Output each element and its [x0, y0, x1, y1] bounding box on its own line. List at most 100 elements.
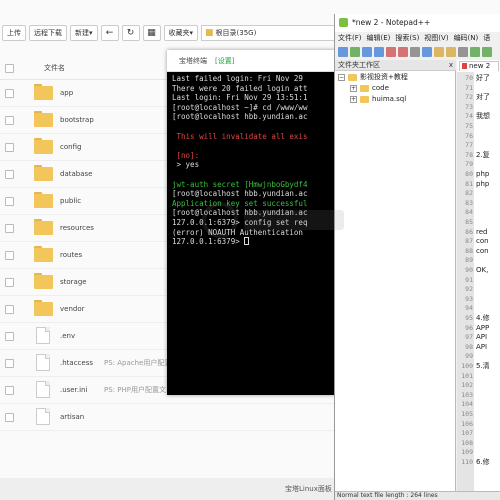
code-line[interactable] [476, 218, 500, 228]
file-name[interactable]: app [60, 89, 73, 97]
code-line[interactable]: 5.清 [476, 362, 500, 372]
save-icon[interactable] [362, 47, 372, 57]
row-checkbox[interactable] [5, 305, 14, 314]
code-line[interactable] [476, 400, 500, 410]
file-name[interactable]: vendor [60, 305, 85, 313]
row-checkbox[interactable] [5, 170, 14, 179]
print-icon[interactable] [410, 47, 420, 57]
collapse-icon[interactable]: − [338, 74, 345, 81]
code-line[interactable]: API [476, 343, 500, 353]
favorites-button[interactable]: 收藏夹 ▾ [163, 25, 199, 41]
code-line[interactable] [476, 84, 500, 94]
code-line[interactable]: 6.修 [476, 458, 500, 468]
open-file-icon[interactable] [350, 47, 360, 57]
tab-new-2[interactable]: new 2 [459, 61, 499, 71]
code-line[interactable] [476, 448, 500, 458]
tree-node[interactable]: + huima.sql [335, 94, 456, 105]
code-line[interactable] [476, 352, 500, 362]
code-line[interactable]: 好了 [476, 74, 500, 84]
code-line[interactable] [476, 285, 500, 295]
refresh-icon[interactable]: ↻ [121, 25, 140, 41]
expand-icon[interactable]: + [350, 96, 357, 103]
file-name[interactable]: config [60, 143, 81, 151]
close-all-icon[interactable] [398, 47, 408, 57]
code-line[interactable]: php [476, 180, 500, 190]
expand-icon[interactable]: + [350, 85, 357, 92]
file-name[interactable]: public [60, 197, 81, 205]
file-name[interactable]: routes [60, 251, 82, 259]
remote-download-button[interactable]: 远程下载 [29, 25, 67, 41]
code-line[interactable] [476, 276, 500, 286]
file-name[interactable]: artisan [60, 413, 84, 421]
code-line[interactable]: 4.修 [476, 314, 500, 324]
row-checkbox[interactable] [5, 278, 14, 287]
file-name[interactable]: .htaccess [60, 359, 93, 367]
select-all-checkbox[interactable] [5, 64, 14, 73]
file-name[interactable]: database [60, 170, 92, 178]
close-icon[interactable]: x [449, 60, 453, 71]
tree-node[interactable]: + code [335, 83, 456, 94]
code-line[interactable]: 对了 [476, 93, 500, 103]
code-line[interactable] [476, 429, 500, 439]
code-line[interactable] [476, 199, 500, 209]
file-name[interactable]: .env [60, 332, 75, 340]
new-file-icon[interactable] [338, 47, 348, 57]
menu-item[interactable]: 编辑(E) [367, 32, 391, 45]
code-line[interactable]: OK, [476, 266, 500, 276]
undo-icon[interactable] [458, 47, 468, 57]
row-checkbox[interactable] [5, 116, 14, 125]
code-line[interactable] [476, 189, 500, 199]
menu-item[interactable]: 语 [483, 32, 490, 45]
code-line[interactable] [476, 304, 500, 314]
row-checkbox[interactable] [5, 413, 14, 422]
cut-icon[interactable] [422, 47, 432, 57]
file-name[interactable]: storage [60, 278, 87, 286]
column-header-filename[interactable]: 文件名 [44, 63, 65, 73]
code-line[interactable]: con [476, 237, 500, 247]
menu-item[interactable]: 编码(N) [454, 32, 479, 45]
code-line[interactable] [476, 256, 500, 266]
row-checkbox[interactable] [5, 386, 14, 395]
code-line[interactable]: APP [476, 324, 500, 334]
code-line[interactable]: con [476, 247, 500, 257]
code-line[interactable] [476, 420, 500, 430]
code-line[interactable] [476, 132, 500, 142]
save-all-icon[interactable] [374, 47, 384, 57]
close-icon[interactable] [386, 47, 396, 57]
menu-item[interactable]: 视图(V) [424, 32, 448, 45]
code-line[interactable] [476, 410, 500, 420]
code-line[interactable] [476, 391, 500, 401]
code-line[interactable] [476, 141, 500, 151]
code-line[interactable]: API [476, 333, 500, 343]
row-checkbox[interactable] [5, 143, 14, 152]
editor-pane[interactable]: new 2 70 好了 71 72 对了 73 74 我想 75 76 77 78 2.复 79 80 php… [457, 60, 500, 500]
row-checkbox[interactable] [5, 224, 14, 233]
code-line[interactable] [476, 103, 500, 113]
file-name[interactable]: .user.ini [60, 386, 87, 394]
code-line[interactable] [476, 295, 500, 305]
row-checkbox[interactable] [5, 251, 14, 260]
upload-button[interactable]: 上传 [2, 25, 26, 41]
code-line[interactable]: php [476, 170, 500, 180]
code-line[interactable] [476, 160, 500, 170]
back-icon[interactable]: ← [100, 25, 119, 41]
row-checkbox[interactable] [5, 197, 14, 206]
menu-item[interactable]: 搜索(S) [395, 32, 419, 45]
file-name[interactable]: resources [60, 224, 94, 232]
code-line[interactable]: 我想 [476, 112, 500, 122]
code-line[interactable] [476, 372, 500, 382]
row-checkbox[interactable] [5, 89, 14, 98]
code-line[interactable]: red [476, 228, 500, 238]
grid-icon[interactable]: ▦ [142, 25, 161, 41]
copy-icon[interactable] [434, 47, 444, 57]
tree-node[interactable]: − 影视投资+教程 [335, 72, 456, 83]
code-line[interactable]: 2.复 [476, 151, 500, 161]
redo-icon[interactable] [470, 47, 480, 57]
code-line[interactable] [476, 439, 500, 449]
code-line[interactable] [476, 208, 500, 218]
paste-icon[interactable] [446, 47, 456, 57]
file-name[interactable]: bootstrap [60, 116, 94, 124]
new-button[interactable]: 新建 ▾ [70, 25, 98, 41]
code-line[interactable] [476, 122, 500, 132]
code-line[interactable] [476, 381, 500, 391]
